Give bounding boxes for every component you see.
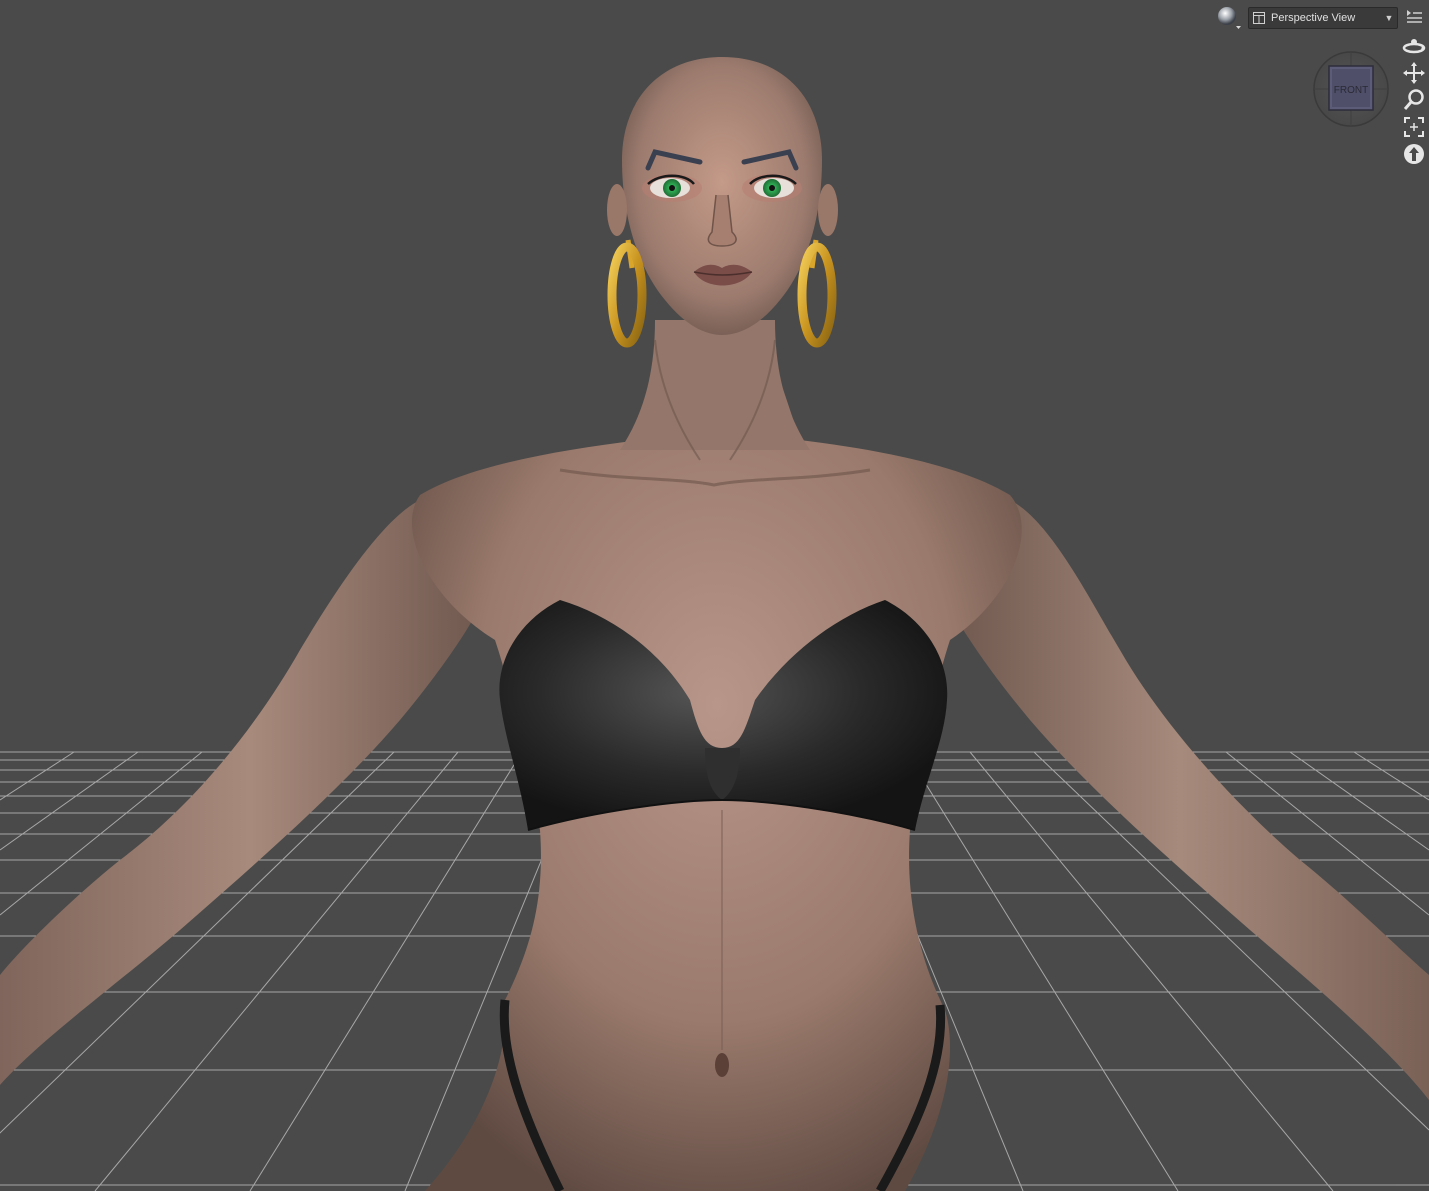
zoom-tool-button[interactable] [1402,88,1426,112]
viewport-toolbar: Perspective View ▼ [1216,6,1398,30]
chevron-down-icon: ▼ [1384,13,1394,23]
pan-tool-button[interactable] [1402,61,1426,85]
frame-tool-button[interactable] [1402,115,1426,139]
sphere-shading-icon [1218,7,1241,29]
view-cube-icon: FRONT [1313,51,1389,127]
options-menu-icon [1407,10,1422,23]
zoom-icon [1403,89,1424,110]
view-cube[interactable]: FRONT [1312,50,1390,128]
viewport-scene [0,0,1429,1191]
frame-icon [1404,117,1424,137]
view-mode-select[interactable]: Perspective View ▼ [1248,7,1398,29]
navigation-tools [1402,34,1426,169]
left-ear [607,184,627,236]
view-cube-face-label: FRONT [1334,85,1368,96]
single-layout-icon [1253,12,1265,24]
3d-viewport[interactable]: Perspective View ▼ FRONT [0,0,1429,1191]
viewport-options-menu-button[interactable] [1404,8,1424,26]
orbit-tool-button[interactable] [1402,34,1426,58]
pan-icon [1403,62,1425,84]
right-ear [818,184,838,236]
reset-view-icon [1404,144,1424,164]
reset-view-button[interactable] [1402,142,1426,166]
orbit-icon [1402,39,1426,54]
view-mode-label: Perspective View [1271,12,1356,24]
navel [715,1053,729,1077]
shading-mode-button[interactable] [1216,6,1242,30]
